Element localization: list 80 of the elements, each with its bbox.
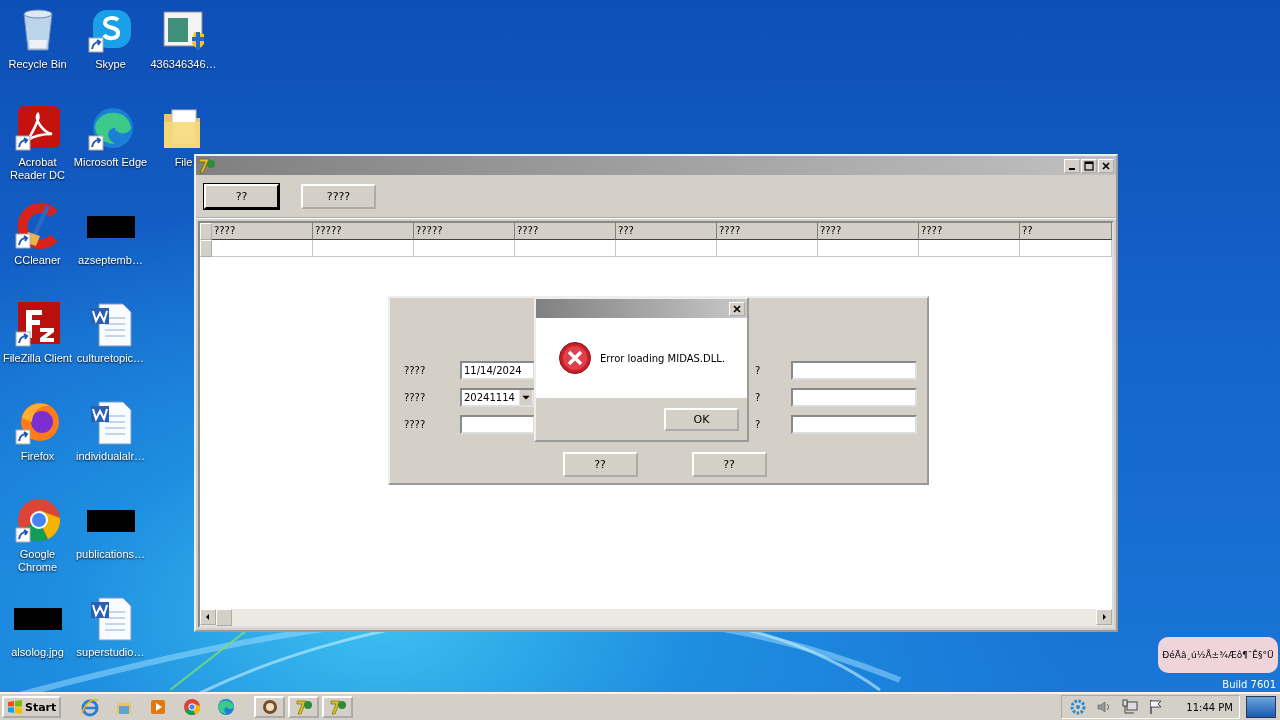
scroll-thumb[interactable] xyxy=(216,609,232,626)
input-field[interactable] xyxy=(791,361,917,380)
column-header[interactable]: ???? xyxy=(515,223,616,240)
field-label: ???? xyxy=(404,392,427,403)
close-icon xyxy=(1101,160,1111,171)
field-label: ???? xyxy=(404,419,427,430)
desktop-icon-label[interactable]: culturetopic… xyxy=(76,352,145,365)
close-button[interactable] xyxy=(729,301,745,316)
toolbar-button[interactable]: ?? xyxy=(204,183,279,209)
table-cell[interactable] xyxy=(1020,240,1112,257)
close-button[interactable] xyxy=(1098,158,1114,173)
scroll-right-icon xyxy=(1100,613,1108,621)
gear-icon[interactable] xyxy=(1070,699,1087,715)
desktop-icon-label[interactable]: Firefox xyxy=(20,450,55,463)
table-cell[interactable] xyxy=(818,240,919,257)
maximize-button[interactable] xyxy=(1081,158,1097,173)
desktop-icon-label[interactable]: FileZilla Client xyxy=(2,352,73,365)
minimize-icon xyxy=(1069,167,1075,170)
column-header[interactable]: ?? xyxy=(1020,223,1112,240)
field-label: ???? xyxy=(404,365,427,376)
desktop-icon-label[interactable]: File xyxy=(174,156,193,169)
desktop-icon-label[interactable]: Acrobat Reader DC xyxy=(0,156,75,182)
edge-icon[interactable] xyxy=(216,697,237,717)
horizontal-scrollbar[interactable] xyxy=(200,609,1112,626)
desktop-icon-label[interactable]: Microsoft Edge xyxy=(73,156,148,169)
column-header[interactable]: ???? xyxy=(212,223,313,240)
input-field[interactable] xyxy=(791,388,917,407)
field-label: ? xyxy=(755,392,762,403)
desktop-icon-label[interactable]: alsolog.jpg xyxy=(11,646,64,659)
form-button[interactable]: ?? xyxy=(562,452,638,477)
app-icon[interactable] xyxy=(327,697,348,717)
column-header[interactable]: ???? xyxy=(919,223,1020,240)
ok-button[interactable]: OK xyxy=(664,407,739,431)
desktop-icon-label[interactable]: Skype xyxy=(95,58,126,71)
field-label: ? xyxy=(755,419,762,430)
desktop-icon-label[interactable]: 436346346… xyxy=(150,58,217,71)
column-header[interactable]: ??? xyxy=(616,223,717,240)
field-label: ? xyxy=(755,365,762,376)
build-label: Build 7601 xyxy=(1222,679,1276,690)
input-field[interactable]: 11/14/2024 xyxy=(460,361,535,380)
error-icon xyxy=(558,341,592,375)
error-message: Error loading MIDAS.DLL. xyxy=(600,352,726,364)
toolbar-button[interactable]: ???? xyxy=(301,183,376,209)
desktop-icon-label[interactable]: individualalr… xyxy=(75,450,146,463)
show-desktop-button[interactable] xyxy=(1246,696,1276,718)
column-header[interactable]: ????? xyxy=(313,223,414,240)
start-button[interactable]: Start xyxy=(2,696,62,718)
chrome-icon[interactable] xyxy=(182,697,203,717)
desktop-icon-label[interactable]: CCleaner xyxy=(14,254,61,267)
table-cell[interactable] xyxy=(616,240,717,257)
input-field[interactable] xyxy=(460,415,535,434)
table-cell[interactable] xyxy=(919,240,1020,257)
maximize-icon xyxy=(1084,160,1094,171)
table-cell[interactable] xyxy=(515,240,616,257)
taskbar-button[interactable] xyxy=(254,696,286,718)
windows-logo-icon xyxy=(7,699,23,715)
table-cell[interactable] xyxy=(414,240,515,257)
close-icon xyxy=(732,303,742,314)
form-button[interactable]: ?? xyxy=(691,452,767,477)
table-cell[interactable] xyxy=(717,240,818,257)
taskbar-button[interactable] xyxy=(288,696,320,718)
app-icon xyxy=(198,157,216,174)
network-icon[interactable] xyxy=(1122,699,1139,715)
desktop-icon-label[interactable]: Recycle Bin xyxy=(8,58,67,71)
clock[interactable]: 11:44 PM xyxy=(1186,701,1233,713)
table-cell[interactable] xyxy=(212,240,313,257)
column-header[interactable]: ????? xyxy=(414,223,515,240)
taskbar-button[interactable] xyxy=(322,696,354,718)
table-cell[interactable] xyxy=(313,240,414,257)
desktop-icon-label[interactable]: Google Chrome xyxy=(0,548,75,574)
desktop-icon-label[interactable]: azseptemb… xyxy=(78,254,143,267)
browser-icon[interactable] xyxy=(80,697,101,717)
scroll-left-icon xyxy=(204,613,212,621)
dropdown-field[interactable]: 20241114 xyxy=(460,388,535,407)
app-icon[interactable] xyxy=(293,697,314,717)
column-header[interactable]: ???? xyxy=(818,223,919,240)
input-field[interactable] xyxy=(791,415,917,434)
notification-balloon[interactable]: ÐéÄâ¸ú½Å±¾Æô¶¯Ê§°Ü xyxy=(1158,637,1278,673)
minimize-button[interactable] xyxy=(1064,158,1080,173)
column-header[interactable]: ???? xyxy=(717,223,818,240)
